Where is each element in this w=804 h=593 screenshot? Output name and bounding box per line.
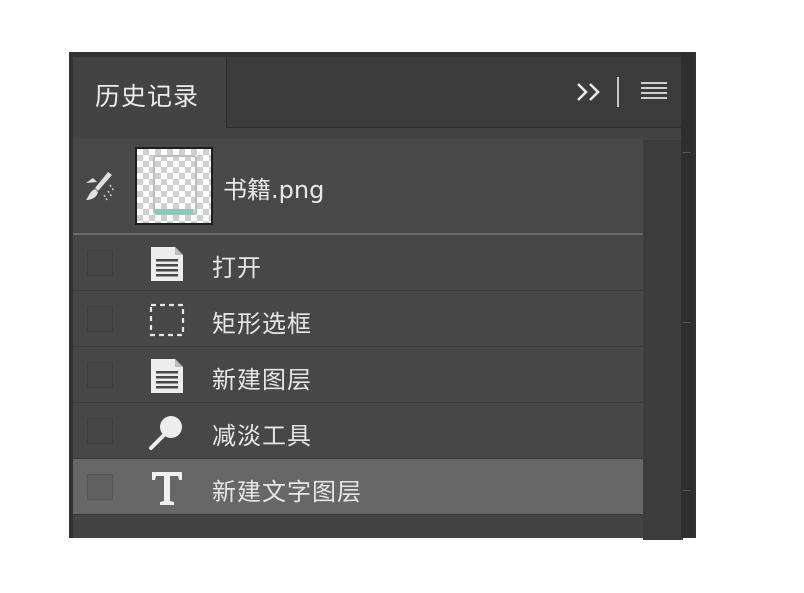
history-item[interactable]: 减淡工具	[73, 403, 643, 459]
history-item-selected[interactable]: 新建文字图层	[73, 459, 643, 515]
history-item-label: 新建图层	[212, 366, 312, 394]
rectangular-marquee-icon	[147, 301, 187, 339]
snapshot-row[interactable]: 书籍.png	[73, 139, 643, 235]
history-item-label: 减淡工具	[212, 422, 312, 450]
tab-history-label: 历史记录	[95, 82, 200, 111]
snapshot-label: 书籍.png	[223, 176, 325, 204]
snapshot-thumbnail	[135, 147, 213, 225]
history-state-checkbox[interactable]	[87, 418, 113, 444]
history-item[interactable]: 新建图层	[73, 347, 643, 403]
history-state-checkbox[interactable]	[87, 474, 113, 500]
panel-edge	[681, 52, 693, 538]
double-chevron-right-icon[interactable]	[575, 79, 605, 105]
scrollbar-track[interactable]	[643, 140, 683, 540]
toolbar-divider	[617, 77, 619, 107]
history-item[interactable]: 打开	[73, 235, 643, 291]
type-tool-icon	[147, 469, 187, 507]
document-icon	[147, 245, 187, 283]
tab-history[interactable]: 历史记录	[73, 57, 227, 128]
book-image	[153, 155, 197, 215]
history-panel: 历史记录 书籍.png 打开 矩形选框 新建图层 减淡工具 新建文字图层	[69, 52, 696, 540]
history-state-checkbox[interactable]	[87, 250, 113, 276]
panel-actions	[575, 57, 685, 127]
history-item-label: 矩形选框	[212, 310, 312, 338]
history-panel-body: 历史记录 书籍.png 打开 矩形选框 新建图层 减淡工具 新建文字图层	[73, 57, 685, 540]
history-item-label: 新建文字图层	[212, 478, 362, 506]
document-icon	[147, 357, 187, 395]
history-state-checkbox[interactable]	[87, 362, 113, 388]
history-state-checkbox[interactable]	[87, 306, 113, 332]
history-item-label: 打开	[212, 254, 262, 282]
history-brush-icon[interactable]	[83, 169, 119, 205]
history-item[interactable]: 矩形选框	[73, 291, 643, 347]
dodge-tool-icon	[147, 413, 187, 451]
panel-tab-bar: 历史记录	[73, 57, 685, 128]
hamburger-menu-icon[interactable]	[641, 82, 667, 102]
